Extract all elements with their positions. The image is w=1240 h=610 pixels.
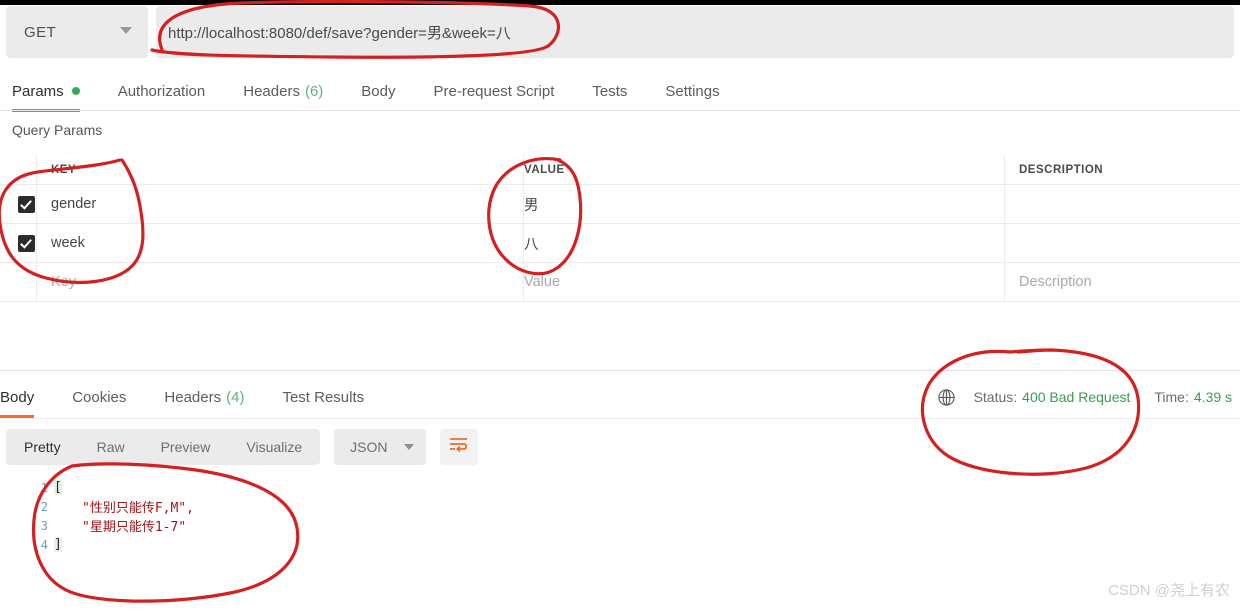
tab-tests-label: Tests bbox=[592, 82, 628, 100]
param-value-input[interactable]: 男 bbox=[524, 185, 1004, 223]
code-bracket: [ bbox=[54, 480, 62, 495]
response-viewer-toolbar: Pretty Raw Preview Visualize JSON bbox=[6, 429, 478, 465]
param-description-input[interactable] bbox=[1005, 185, 1240, 223]
checkbox-checked-icon bbox=[18, 195, 35, 213]
tab-headers-label: Headers bbox=[243, 82, 300, 100]
param-value-input-new[interactable]: Value bbox=[524, 263, 1004, 301]
response-tab-headers[interactable]: Headers (4) bbox=[164, 378, 244, 416]
param-description-input-new[interactable]: Description bbox=[1005, 263, 1240, 301]
time-label: Time: bbox=[1154, 389, 1189, 405]
tab-body[interactable]: Body bbox=[361, 72, 395, 110]
wrap-lines-icon bbox=[449, 436, 469, 458]
request-url-row: GET http://localhost:8080/def/save?gende… bbox=[0, 6, 1240, 58]
table-row[interactable]: week 八 bbox=[0, 224, 1240, 263]
request-tabs-divider bbox=[0, 110, 1240, 111]
response-tab-headers-count: (4) bbox=[226, 388, 245, 406]
param-enabled-checkbox[interactable] bbox=[0, 185, 36, 223]
postman-window: GET http://localhost:8080/def/save?gende… bbox=[0, 0, 1240, 610]
unsaved-dot-icon bbox=[71, 87, 80, 95]
table-header-row: KEY VALUE DESCRIPTION bbox=[0, 155, 1240, 185]
line-number: 4 bbox=[40, 537, 48, 552]
param-enabled-checkbox[interactable] bbox=[0, 224, 36, 262]
tab-settings-label: Settings bbox=[665, 82, 720, 100]
viewer-mode-group: Pretty Raw Preview Visualize bbox=[6, 429, 321, 465]
viewer-mode-pretty[interactable]: Pretty bbox=[6, 429, 79, 465]
tab-params[interactable]: Params bbox=[12, 72, 80, 112]
param-key-input[interactable]: gender bbox=[37, 185, 536, 223]
tab-pre-request-script[interactable]: Pre-request Script bbox=[434, 72, 555, 110]
request-url-text: http://localhost:8080/def/save?gender=男&… bbox=[168, 24, 511, 42]
code-line: 1 [ bbox=[0, 478, 1240, 497]
response-format-label: JSON bbox=[350, 439, 388, 455]
code-line: 2 "性别只能传F,M", bbox=[0, 497, 1240, 517]
request-tabs: Params Authorization Headers (6) Body Pr… bbox=[0, 72, 1240, 112]
viewer-mode-visualize[interactable]: Visualize bbox=[228, 429, 320, 465]
query-params-label: Query Params bbox=[12, 122, 103, 138]
param-key-input-new[interactable]: Key bbox=[37, 263, 536, 301]
response-meta: Status: 400 Bad Request Time: 4.39 s bbox=[937, 380, 1236, 414]
column-header-description: DESCRIPTION bbox=[1019, 163, 1104, 176]
code-line: 4 ] bbox=[0, 535, 1240, 554]
response-tab-body-label: Body bbox=[0, 388, 35, 406]
line-number: 2 bbox=[40, 499, 48, 514]
response-tab-headers-label: Headers bbox=[164, 388, 222, 406]
tab-params-label: Params bbox=[12, 82, 64, 100]
tab-pre-request-script-label: Pre-request Script bbox=[433, 82, 555, 100]
param-key-input[interactable]: week bbox=[37, 224, 536, 262]
chevron-down-icon bbox=[403, 444, 414, 450]
code-string: "星期只能传1-7" bbox=[82, 520, 187, 535]
checkbox-checked-icon bbox=[18, 234, 35, 252]
status-badge[interactable]: 400 Bad Request bbox=[1022, 389, 1130, 405]
response-tab-test-results[interactable]: Test Results bbox=[282, 378, 364, 416]
request-response-divider[interactable] bbox=[0, 370, 1240, 371]
response-tab-body[interactable]: Body bbox=[0, 378, 35, 418]
tab-body-label: Body bbox=[361, 82, 396, 100]
tab-authorization-label: Authorization bbox=[117, 82, 206, 100]
response-format-selector[interactable]: JSON bbox=[334, 429, 426, 465]
query-params-table: KEY VALUE DESCRIPTION gender 男 week 八 Ke… bbox=[0, 155, 1240, 302]
column-header-value: VALUE bbox=[524, 163, 565, 176]
line-number: 1 bbox=[40, 480, 48, 495]
response-tab-test-results-label: Test Results bbox=[282, 388, 365, 406]
http-method-selector[interactable]: GET bbox=[6, 6, 148, 58]
wrap-lines-button[interactable] bbox=[439, 429, 478, 465]
table-row[interactable]: gender 男 bbox=[0, 185, 1240, 224]
column-header-key: KEY bbox=[51, 163, 77, 176]
line-number: 3 bbox=[40, 518, 48, 533]
response-tab-cookies-label: Cookies bbox=[72, 388, 127, 406]
viewer-mode-raw[interactable]: Raw bbox=[79, 429, 143, 465]
response-tab-cookies[interactable]: Cookies bbox=[72, 378, 126, 416]
time-value[interactable]: 4.39 s bbox=[1194, 389, 1232, 405]
chevron-down-icon bbox=[120, 27, 132, 34]
globe-icon bbox=[937, 388, 956, 407]
annotation-status-tick bbox=[1016, 348, 1046, 354]
table-row-new[interactable]: Key Value Description bbox=[0, 263, 1240, 302]
code-string: "性别只能传F,M", bbox=[82, 501, 194, 516]
param-description-input[interactable] bbox=[1005, 224, 1240, 262]
tab-headers[interactable]: Headers (6) bbox=[243, 72, 323, 110]
http-method-label: GET bbox=[24, 23, 57, 41]
window-top-strip bbox=[0, 0, 1240, 5]
tab-tests[interactable]: Tests bbox=[592, 72, 627, 110]
status-label: Status: bbox=[973, 389, 1018, 405]
code-line: 3 "星期只能传1-7" bbox=[0, 516, 1240, 536]
response-tabs: Body Cookies Headers (4) Test Results bbox=[0, 378, 700, 418]
response-tabs-divider bbox=[0, 418, 1240, 419]
tab-headers-count: (6) bbox=[304, 82, 324, 100]
tab-settings[interactable]: Settings bbox=[665, 72, 719, 110]
request-url-input[interactable]: http://localhost:8080/def/save?gender=男&… bbox=[156, 6, 1234, 58]
tab-authorization[interactable]: Authorization bbox=[118, 72, 206, 110]
response-body-code[interactable]: 1 [ 2 "性别只能传F,M", 3 "星期只能传1-7" 4 ] bbox=[0, 478, 1240, 578]
viewer-mode-preview[interactable]: Preview bbox=[143, 429, 229, 465]
param-value-input[interactable]: 八 bbox=[524, 224, 1004, 262]
watermark: CSDN @尧上有农 bbox=[1108, 582, 1230, 599]
code-bracket: ] bbox=[54, 537, 62, 552]
param-enabled-checkbox-empty[interactable] bbox=[0, 263, 36, 301]
